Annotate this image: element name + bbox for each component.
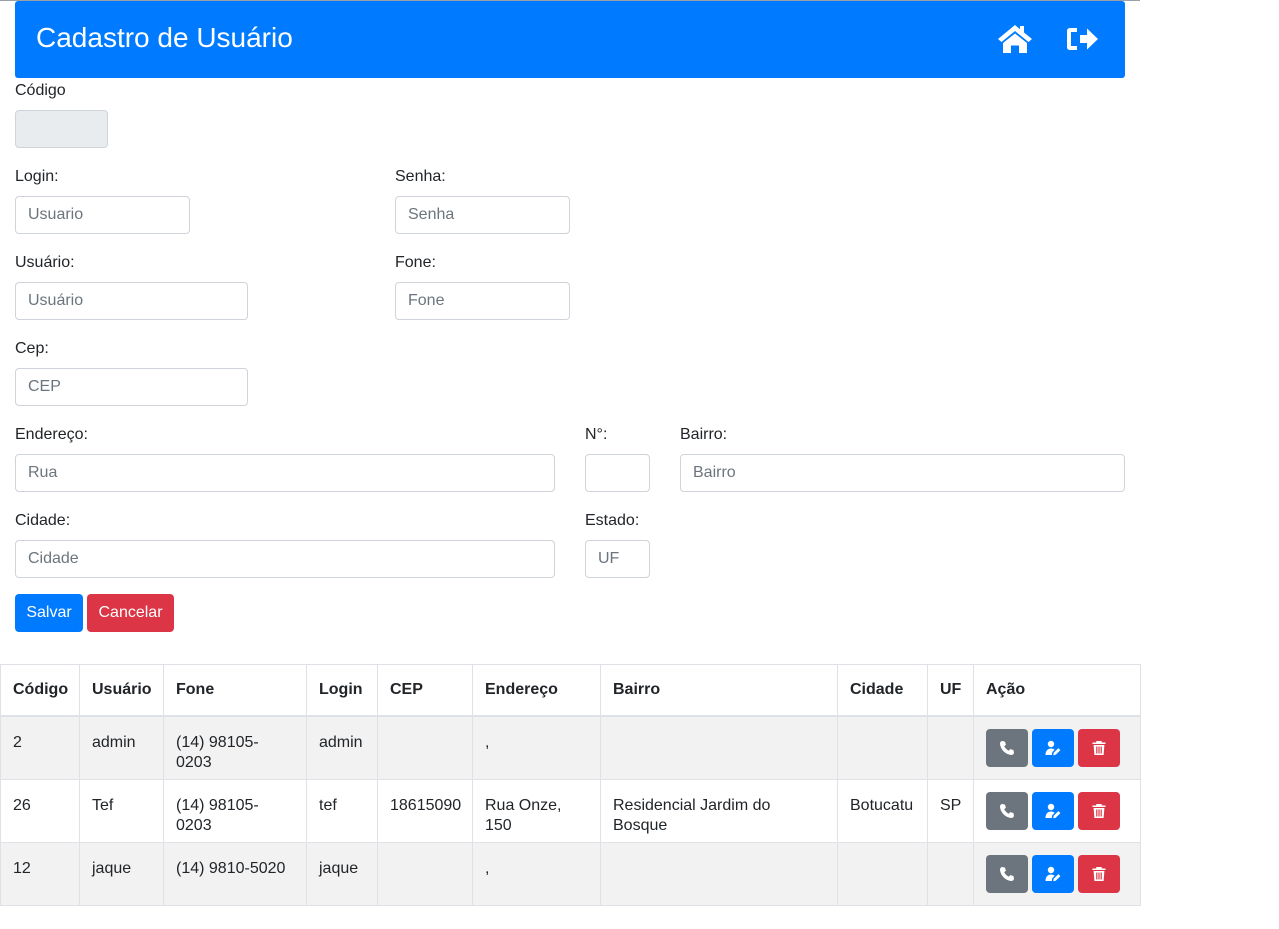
cell-bairro: Residencial Jardim do Bosque [600, 778, 838, 843]
numero-input[interactable] [585, 454, 650, 492]
cell-uf [927, 841, 974, 906]
phone-button[interactable] [986, 729, 1028, 767]
phone-button[interactable] [986, 791, 1028, 830]
fone-input[interactable] [395, 282, 570, 320]
estado-label: Estado: [585, 512, 640, 529]
fone-label: Fone: [395, 254, 436, 271]
table-row: 2 admin (14) 98105-0203 admin , [0, 715, 1141, 780]
page-header: Cadastro de Usuário [15, 1, 1125, 78]
senha-input[interactable] [395, 196, 570, 234]
cell-fone: (14) 98105-0203 [163, 715, 307, 780]
cell-login: tef [306, 778, 378, 843]
cep-label: Cep: [15, 340, 49, 357]
home-icon[interactable] [996, 22, 1034, 56]
phone-icon [1000, 803, 1014, 818]
user-edit-icon [1045, 866, 1061, 881]
user-edit-icon [1045, 803, 1061, 818]
cell-cep [377, 715, 473, 780]
table-row: 12 jaque (14) 9810-5020 jaque , [0, 841, 1141, 906]
save-button[interactable]: Salvar [15, 594, 83, 632]
column-header-endereco: Endereço [472, 664, 601, 717]
cancel-button[interactable]: Cancelar [87, 594, 174, 632]
codigo-field[interactable] [15, 110, 108, 148]
senha-label: Senha: [395, 168, 446, 185]
cell-uf [927, 715, 974, 780]
column-header-bairro: Bairro [600, 664, 838, 717]
endereco-label: Endereço: [15, 426, 88, 443]
cell-cep: 18615090 [377, 778, 473, 843]
trash-icon [1092, 741, 1106, 755]
edit-user-button[interactable] [1032, 791, 1074, 830]
cell-codigo: 12 [0, 841, 80, 906]
column-header-fone: Fone [163, 664, 307, 717]
user-edit-icon [1045, 740, 1061, 756]
column-header-codigo: Código [0, 664, 80, 717]
cell-acao [973, 778, 1141, 843]
users-table: Código Usuário Fone Login CEP Endereço B… [0, 664, 1141, 906]
column-header-usuario: Usuário [79, 664, 164, 717]
cell-codigo: 26 [0, 778, 80, 843]
column-header-cep: CEP [377, 664, 473, 717]
cep-input[interactable] [15, 368, 248, 406]
page-title: Cadastro de Usuário [36, 22, 293, 53]
estado-input[interactable] [585, 540, 650, 578]
delete-button[interactable] [1078, 791, 1120, 830]
cell-endereco: , [472, 715, 601, 780]
phone-button[interactable] [986, 854, 1028, 893]
cell-usuario: jaque [79, 841, 164, 906]
cell-codigo: 2 [0, 715, 80, 780]
bairro-input[interactable] [680, 454, 1125, 492]
cell-login: jaque [306, 841, 378, 906]
login-label: Login: [15, 168, 59, 185]
trash-icon [1092, 803, 1106, 818]
column-header-login: Login [306, 664, 378, 717]
cell-cidade [837, 715, 928, 780]
cell-cep [377, 841, 473, 906]
trash-icon [1092, 866, 1106, 881]
cell-acao [973, 841, 1141, 906]
cidade-label: Cidade: [15, 512, 71, 529]
usuario-label: Usuário: [15, 254, 75, 271]
edit-user-button[interactable] [1032, 729, 1074, 767]
bairro-label: Bairro: [680, 426, 728, 443]
cell-uf: SP [927, 778, 974, 843]
delete-button[interactable] [1078, 729, 1120, 767]
phone-icon [1000, 741, 1014, 755]
numero-label: N°: [585, 426, 608, 443]
cell-usuario: Tef [79, 778, 164, 843]
table-header-row: Código Usuário Fone Login CEP Endereço B… [0, 664, 1141, 717]
cell-cidade: Botucatu [837, 778, 928, 843]
cell-acao [973, 715, 1141, 780]
cell-endereco: Rua Onze, 150 [472, 778, 601, 843]
cell-login: admin [306, 715, 378, 780]
column-header-cidade: Cidade [837, 664, 928, 717]
cell-bairro [600, 841, 838, 906]
cell-bairro [600, 715, 838, 780]
login-input[interactable] [15, 196, 190, 234]
endereco-input[interactable] [15, 454, 555, 492]
phone-icon [1000, 866, 1014, 881]
delete-button[interactable] [1078, 854, 1120, 893]
cidade-input[interactable] [15, 540, 555, 578]
cell-fone: (14) 9810-5020 [163, 841, 307, 906]
column-header-acao: Ação [973, 664, 1141, 717]
cell-endereco: , [472, 841, 601, 906]
cell-usuario: admin [79, 715, 164, 780]
column-header-uf: UF [927, 664, 974, 717]
usuario-input[interactable] [15, 282, 248, 320]
sign-out-icon[interactable] [1063, 22, 1101, 56]
codigo-label: Código [15, 82, 66, 99]
edit-user-button[interactable] [1032, 854, 1074, 893]
cell-cidade [837, 841, 928, 906]
table-row: 26 Tef (14) 98105-0203 tef 18615090 Rua … [0, 778, 1141, 843]
cell-fone: (14) 98105-0203 [163, 778, 307, 843]
